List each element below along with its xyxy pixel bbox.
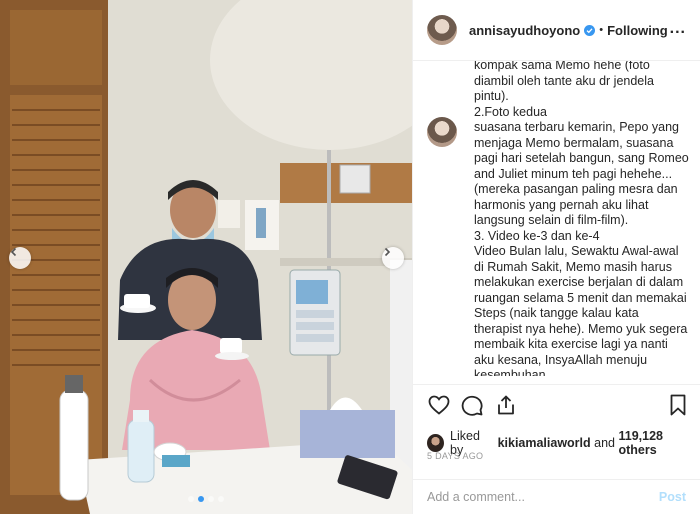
following-button[interactable]: Following (607, 23, 668, 38)
post-comment-button[interactable]: Post (659, 490, 686, 504)
share-icon[interactable] (494, 393, 518, 417)
likes-count[interactable]: 119,128 others (619, 429, 700, 457)
carousel-dot-active (198, 496, 204, 502)
author-avatar[interactable] (427, 15, 457, 45)
post-timestamp[interactable]: 5 DAYS AGO (427, 451, 483, 461)
more-options-button[interactable]: ... (670, 20, 686, 38)
speech-bubble-icon[interactable] (460, 393, 484, 417)
previous-slide-button[interactable] (9, 247, 31, 269)
carousel-dot (188, 496, 194, 502)
carousel-dot (218, 496, 224, 502)
carousel-dot (208, 496, 214, 502)
comment-input[interactable] (427, 480, 647, 514)
post-photo[interactable] (0, 0, 412, 514)
next-slide-button[interactable] (382, 247, 404, 269)
liker-avatar[interactable] (427, 434, 445, 452)
caption-text-main: suasana terbaru kemarin, Pepo yang menja… (474, 120, 689, 382)
chevron-left-icon (10, 247, 17, 257)
author-username[interactable]: annisayudhoyono (469, 23, 580, 38)
likes-middle: and (594, 436, 616, 450)
post-actions: Liked by kikiamaliaworld and 119,128 oth… (413, 384, 700, 479)
bookmark-icon[interactable] (666, 393, 690, 417)
heart-icon[interactable] (427, 393, 451, 417)
liker-username[interactable]: kikiamaliaworld (498, 436, 591, 450)
header-separator: • (599, 24, 604, 36)
caption-text-top: kompak sama Memo hehe (foto diambil oleh… (474, 61, 654, 119)
caption-clip (474, 376, 689, 384)
caption-author-avatar[interactable] (427, 117, 457, 147)
post-side-panel: annisayudhoyono • Following ... kompak s… (412, 0, 700, 514)
carousel-indicator (0, 496, 412, 502)
post-header: annisayudhoyono • Following ... (413, 0, 700, 61)
photo-illustration (0, 0, 412, 514)
verified-badge-icon (584, 24, 596, 36)
caption-scroll-area[interactable]: kompak sama Memo hehe (foto diambil oleh… (413, 61, 700, 384)
chevron-right-icon (384, 247, 391, 257)
add-comment-bar: Post (413, 479, 700, 514)
